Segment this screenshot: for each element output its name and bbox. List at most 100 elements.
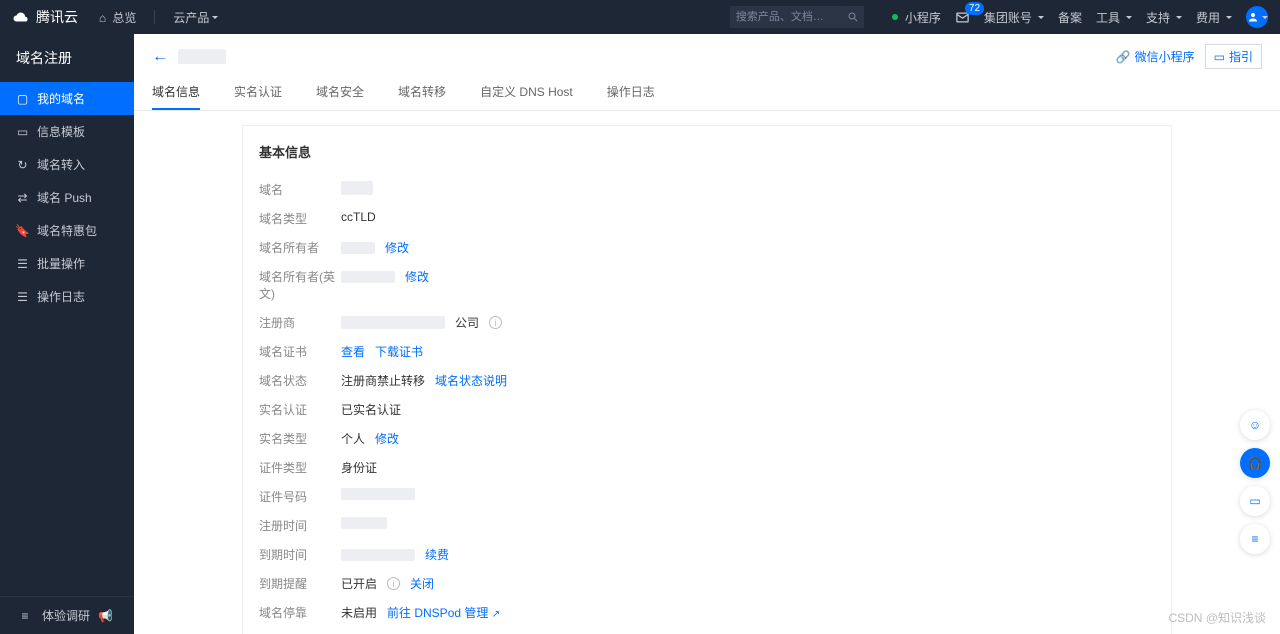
- home-icon: ⌂: [96, 11, 109, 24]
- menu-icon: ↻: [16, 158, 29, 171]
- lbl-reg-time: 注册时间: [259, 517, 341, 534]
- info-icon[interactable]: i: [387, 577, 400, 590]
- link-renew[interactable]: 续费: [425, 546, 449, 563]
- link-close-remind[interactable]: 关闭: [410, 575, 434, 592]
- sidebar-item-4[interactable]: 🔖域名特惠包: [0, 214, 134, 247]
- lbl-exp-remind: 到期提醒: [259, 575, 341, 592]
- val-owner-en-redacted: [341, 271, 395, 283]
- wechat-mini-link[interactable]: 🔗微信小程序: [1116, 48, 1195, 65]
- link-view-cert[interactable]: 查看: [341, 343, 365, 360]
- menu-label: 域名 Push: [37, 189, 92, 206]
- link-modify-owner-en[interactable]: 修改: [405, 268, 429, 285]
- val-realname-type: 个人: [341, 430, 365, 447]
- tab-5[interactable]: 操作日志: [607, 83, 655, 110]
- link-modify-realname[interactable]: 修改: [375, 430, 399, 447]
- info-icon[interactable]: i: [489, 316, 502, 329]
- cloud-icon: [12, 8, 30, 26]
- lbl-realname-type: 实名类型: [259, 430, 341, 447]
- menu-label: 我的域名: [37, 90, 85, 107]
- nav-overview[interactable]: ⌂ 总览: [96, 9, 136, 26]
- tab-0[interactable]: 域名信息: [152, 83, 200, 110]
- nav-beian[interactable]: 备案: [1058, 9, 1082, 26]
- tab-1[interactable]: 实名认证: [234, 83, 282, 110]
- user-avatar[interactable]: [1246, 6, 1268, 28]
- search-input[interactable]: [730, 6, 842, 28]
- tab-2[interactable]: 域名安全: [316, 83, 364, 110]
- page-header: ← 🔗微信小程序 ▭指引: [134, 34, 1280, 69]
- sidebar-item-6[interactable]: ☰ 操作日志: [0, 280, 134, 313]
- menu-icon: ▭: [16, 125, 29, 138]
- menu-label: 信息模板: [37, 123, 85, 140]
- val-regtime-redacted: [341, 517, 387, 529]
- nav-mail[interactable]: 72: [955, 10, 970, 25]
- guide-button[interactable]: ▭指引: [1205, 44, 1262, 69]
- lbl-type: 域名类型: [259, 210, 341, 227]
- float-smile[interactable]: ☺: [1240, 410, 1270, 440]
- nav-support[interactable]: 支持: [1146, 9, 1182, 26]
- val-realname: 已实名认证: [341, 401, 401, 418]
- lbl-id-type: 证件类型: [259, 459, 341, 476]
- link-download-cert[interactable]: 下载证书: [375, 343, 423, 360]
- sidebar-item-3[interactable]: ⇄ 域名 Push: [0, 181, 134, 214]
- basic-info-panel: 基本信息 域名 域名类型ccTLD 域名所有者修改 域名所有者(英文)修改 注册…: [242, 125, 1172, 634]
- float-toolbar: ☺ 🎧 ▭ ≡: [1240, 410, 1270, 554]
- brand-logo[interactable]: 腾讯云: [12, 7, 78, 27]
- book-icon: ▭: [1214, 50, 1225, 64]
- nav-group[interactable]: 集团账号: [984, 9, 1044, 26]
- nav-cost[interactable]: 费用: [1196, 9, 1232, 26]
- lbl-owner: 域名所有者: [259, 239, 341, 256]
- menu-label: 域名转入: [37, 156, 85, 173]
- link-dnspod[interactable]: 前往 DNSPod 管理 ↗: [387, 604, 500, 621]
- lbl-cert: 域名证书: [259, 343, 341, 360]
- brand-text: 腾讯云: [36, 7, 78, 27]
- link-icon: 🔗: [1116, 50, 1131, 64]
- menu-icon: ☰: [16, 257, 29, 270]
- sidebar-item-5[interactable]: ☰ 批量操作: [0, 247, 134, 280]
- sidebar-item-2[interactable]: ↻ 域名转入: [0, 148, 134, 181]
- tab-3[interactable]: 域名转移: [398, 83, 446, 110]
- val-id-type: 身份证: [341, 459, 377, 476]
- sidebar-title: 域名注册: [0, 34, 134, 82]
- sidebar-survey[interactable]: ≡ 体验调研 📢: [0, 596, 134, 634]
- top-nav: 腾讯云 ⌂ 总览 云产品 小程序 72 集团账号 备案 工具 支持 费用: [0, 0, 1280, 34]
- val-registrar-redacted: [341, 316, 445, 329]
- menu-label: 操作日志: [37, 288, 85, 305]
- menu-icon: ☰: [16, 290, 29, 303]
- lbl-registrar: 注册商: [259, 314, 341, 331]
- mail-badge: 72: [965, 2, 984, 15]
- menu-icon: ▢: [16, 92, 29, 105]
- lbl-status: 域名状态: [259, 372, 341, 389]
- nav-separator: [154, 10, 155, 24]
- sidebar-item-0[interactable]: ▢ 我的域名: [0, 82, 134, 115]
- survey-label: 体验调研: [42, 607, 90, 624]
- search-icon[interactable]: [842, 6, 864, 28]
- nav-tools[interactable]: 工具: [1096, 9, 1132, 26]
- float-docs[interactable]: ▭: [1240, 486, 1270, 516]
- val-idno-redacted: [341, 488, 415, 500]
- val-owner-redacted: [341, 242, 375, 254]
- external-icon: ↗: [492, 609, 500, 620]
- val-exptime-redacted: [341, 549, 415, 561]
- float-menu[interactable]: ≡: [1240, 524, 1270, 554]
- float-support[interactable]: 🎧: [1240, 448, 1270, 478]
- menu-label: 批量操作: [37, 255, 85, 272]
- domain-name-redacted: [178, 49, 226, 64]
- main-content: ← 🔗微信小程序 ▭指引 域名信息 实名认证 域名安全 域名转移 自定义 DNS Hos…: [134, 34, 1280, 634]
- basic-info-title: 基本信息: [259, 142, 1155, 161]
- menu-icon: 🔖: [16, 224, 29, 237]
- lbl-domain: 域名: [259, 181, 341, 198]
- menu-icon: ⇄: [16, 191, 29, 204]
- back-arrow-icon[interactable]: ←: [152, 48, 168, 66]
- sidebar-item-1[interactable]: ▭ 信息模板: [0, 115, 134, 148]
- link-status-help[interactable]: 域名状态说明: [435, 372, 507, 389]
- nav-miniapp[interactable]: 小程序: [892, 9, 941, 26]
- lbl-exp-time: 到期时间: [259, 546, 341, 563]
- collapse-icon[interactable]: ≡: [16, 609, 34, 623]
- tab-4[interactable]: 自定义 DNS Host: [480, 83, 573, 110]
- nav-products[interactable]: 云产品: [173, 9, 218, 26]
- val-domain-redacted: [341, 181, 373, 195]
- lbl-owner-en: 域名所有者(英文): [259, 268, 341, 302]
- val-type: ccTLD: [341, 210, 376, 224]
- watermark: CSDN @知识浅谈: [1168, 609, 1266, 626]
- link-modify-owner[interactable]: 修改: [385, 239, 409, 256]
